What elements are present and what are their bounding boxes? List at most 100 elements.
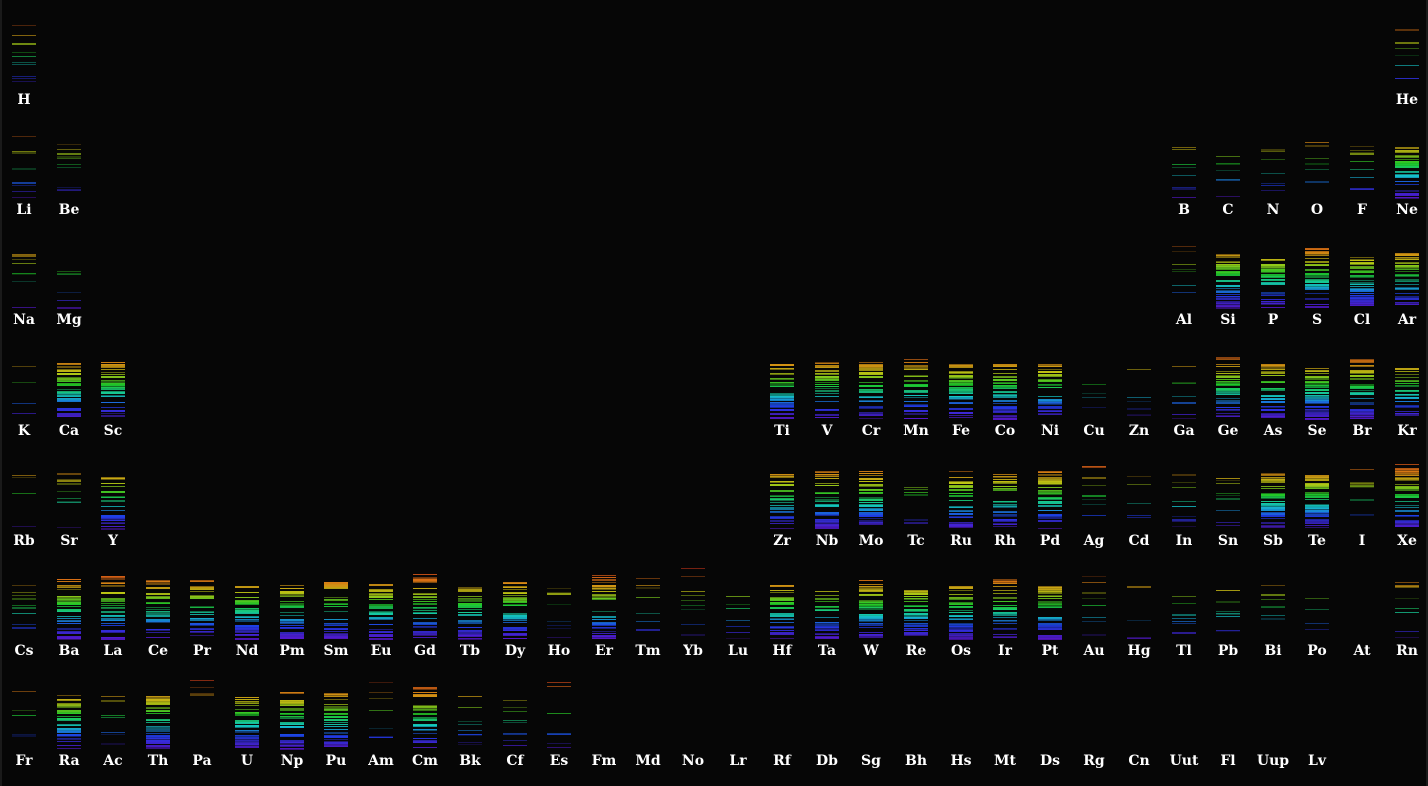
spectral-line xyxy=(1395,275,1419,276)
spectral-line xyxy=(1395,598,1419,599)
element-symbol: Os xyxy=(950,643,972,659)
spectral-line xyxy=(993,403,1017,404)
spectral-line xyxy=(592,636,616,637)
spectral-line xyxy=(1350,304,1374,306)
spectral-line xyxy=(57,149,81,150)
spectral-line xyxy=(770,600,794,601)
spectral-line xyxy=(859,509,883,510)
spectral-line xyxy=(413,594,437,595)
spectral-line xyxy=(12,307,36,308)
element-symbol: Ge xyxy=(1217,423,1239,439)
emission-spectrum xyxy=(12,671,36,751)
spectral-line xyxy=(280,593,304,594)
spectral-line xyxy=(815,499,839,500)
spectral-line xyxy=(101,515,125,517)
element-symbol: W xyxy=(863,643,879,659)
emission-spectrum xyxy=(1038,451,1062,531)
spectral-line xyxy=(1395,397,1419,398)
element-symbol: Rb xyxy=(13,533,35,549)
spectral-line xyxy=(1350,260,1374,261)
emission-spectrum xyxy=(1305,230,1329,310)
spectral-line xyxy=(503,587,527,588)
spectral-line xyxy=(369,613,393,615)
spectral-line xyxy=(280,705,304,706)
spectral-line xyxy=(101,395,125,397)
spectral-line xyxy=(1172,623,1196,624)
spectral-line xyxy=(1395,302,1419,303)
emission-spectrum xyxy=(57,671,81,751)
spectral-line xyxy=(458,622,482,624)
spectral-line xyxy=(1216,410,1240,411)
spectral-line xyxy=(1216,510,1240,511)
spectral-line xyxy=(993,411,1017,412)
spectral-line xyxy=(592,577,616,578)
spectral-line xyxy=(235,702,259,703)
element-symbol: Tl xyxy=(1176,643,1192,659)
element-symbol: Ta xyxy=(817,643,837,659)
spectral-line xyxy=(146,615,170,617)
spectral-line xyxy=(592,582,616,583)
emission-spectrum xyxy=(1261,230,1285,310)
spectral-line xyxy=(770,373,794,375)
element-cell-o: O xyxy=(1295,114,1339,218)
element-symbol: Zr xyxy=(773,533,791,549)
spectral-line xyxy=(101,611,125,613)
spectral-line xyxy=(1172,197,1196,198)
spectral-line xyxy=(1172,396,1196,397)
spectral-line xyxy=(1082,621,1106,622)
spectral-line xyxy=(324,704,348,705)
element-symbol: Fm xyxy=(591,753,617,769)
spectral-line xyxy=(101,374,125,375)
spectral-line xyxy=(993,623,1017,624)
emission-spectrum xyxy=(1261,451,1285,531)
spectral-line xyxy=(1395,65,1419,66)
element-symbol: Db xyxy=(816,753,838,769)
spectral-line xyxy=(1395,147,1419,149)
element-cell-li: Li xyxy=(2,114,46,218)
element-symbol: Ho xyxy=(547,643,571,659)
emission-spectrum xyxy=(503,671,527,751)
spectral-line xyxy=(57,300,81,301)
spectral-line xyxy=(1395,390,1419,392)
spectral-line xyxy=(1305,163,1329,165)
element-cell-uut: Uut xyxy=(1162,665,1206,769)
spectral-line xyxy=(949,626,973,627)
spectral-line xyxy=(904,611,928,612)
spectral-line xyxy=(235,746,259,748)
emission-spectrum xyxy=(1038,341,1062,421)
spectral-line xyxy=(146,708,170,709)
spectral-line xyxy=(12,182,36,184)
emission-spectrum xyxy=(904,561,928,641)
emission-spectrum xyxy=(1127,561,1151,641)
spectral-line xyxy=(1261,486,1285,487)
emission-spectrum xyxy=(1172,120,1196,200)
spectral-line xyxy=(413,613,437,614)
spectral-line xyxy=(101,392,125,394)
element-symbol: Na xyxy=(13,312,35,328)
element-symbol: Rg xyxy=(1083,753,1105,769)
spectral-line xyxy=(57,473,81,475)
spectral-line xyxy=(12,281,36,282)
element-symbol: F xyxy=(1357,202,1367,218)
spectral-line xyxy=(280,637,304,638)
spectral-line xyxy=(1350,392,1374,393)
element-cell-zn: Zn xyxy=(1117,335,1161,439)
element-symbol: Sc xyxy=(103,423,123,439)
element-cell-pm: Pm xyxy=(270,555,314,659)
emission-spectrum xyxy=(1395,230,1419,310)
element-cell-ti: Ti xyxy=(760,335,804,439)
spectral-line xyxy=(1261,481,1285,483)
element-cell-si: Si xyxy=(1206,224,1250,328)
spectral-line xyxy=(324,623,348,624)
spectral-line xyxy=(859,489,883,490)
spectral-line xyxy=(993,583,1017,584)
spectral-line xyxy=(1216,590,1240,591)
element-cell-u: U xyxy=(225,665,269,769)
spectral-line xyxy=(190,595,214,596)
spectral-line xyxy=(101,631,125,633)
spectral-line xyxy=(57,144,81,145)
spectral-line xyxy=(1082,466,1106,468)
emission-spectrum xyxy=(57,341,81,421)
spectral-line xyxy=(503,599,527,600)
spectral-line xyxy=(1350,469,1374,470)
